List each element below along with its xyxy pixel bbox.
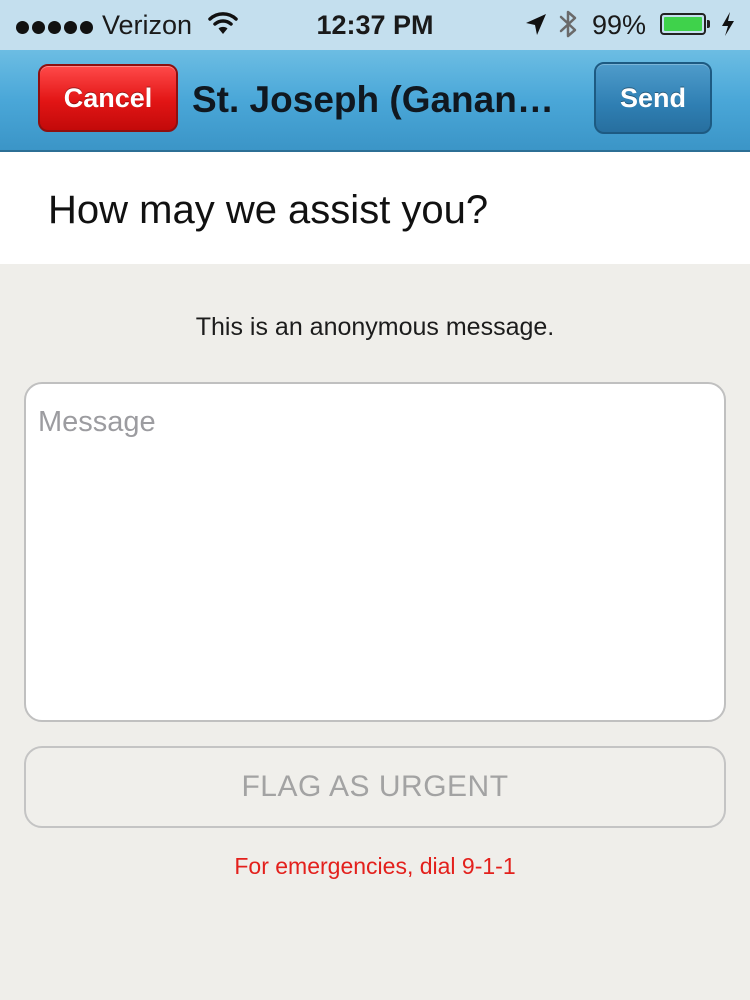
charging-bolt-icon — [720, 11, 736, 42]
flag-urgent-button[interactable]: FLAG AS URGENT — [24, 746, 726, 828]
page-header: How may we assist you? — [0, 152, 750, 264]
battery-percentage: 99% — [592, 10, 647, 40]
battery-icon — [660, 13, 706, 35]
emergency-note: For emergencies, dial 9-1-1 — [234, 853, 516, 879]
nav-title: St. Joseph (Ganan… — [192, 79, 554, 120]
status-bar: Verizon 12:37 PM 99% — [0, 0, 750, 50]
message-input[interactable] — [24, 382, 726, 722]
anonymous-note: This is an anonymous message. — [195, 313, 555, 341]
bluetooth-icon — [558, 8, 580, 45]
cancel-button[interactable]: Cancel — [38, 64, 178, 132]
battery-level-fill — [664, 17, 702, 31]
battery-tip — [707, 20, 710, 28]
page-title: How may we assist you? — [48, 188, 489, 232]
navigation-bar: Cancel St. Joseph (Ganan… Send — [0, 50, 750, 152]
send-button[interactable]: Send — [594, 62, 712, 134]
location-arrow-icon — [524, 12, 548, 43]
